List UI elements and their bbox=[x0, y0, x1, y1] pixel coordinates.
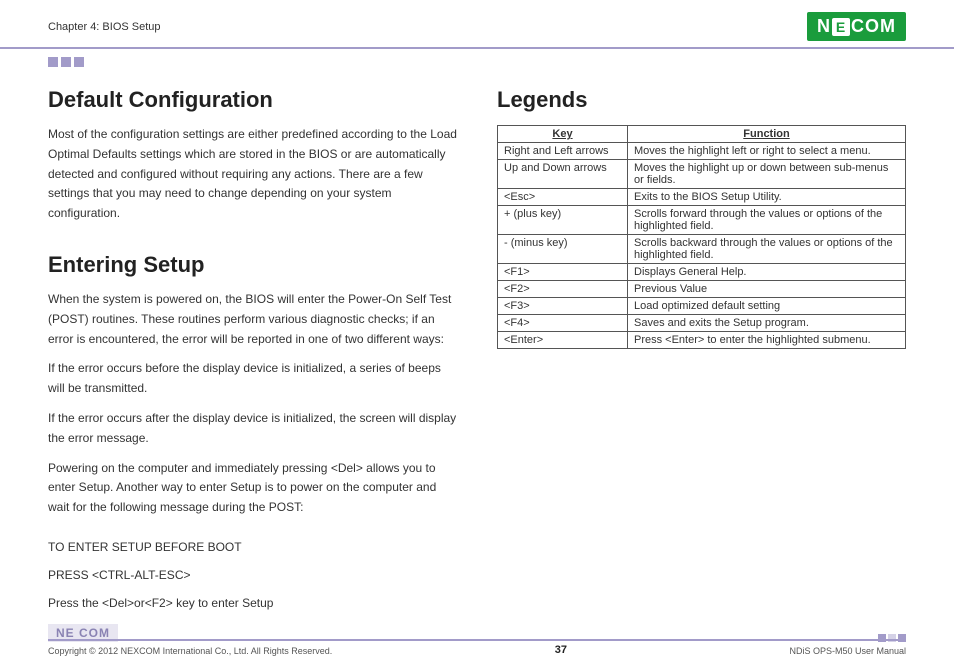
main-content: Default Configuration Most of the config… bbox=[0, 67, 954, 621]
table-row: - (minus key)Scrolls backward through th… bbox=[498, 235, 906, 264]
cell-key: <F1> bbox=[498, 264, 628, 281]
table-row: + (plus key)Scrolls forward through the … bbox=[498, 206, 906, 235]
cell-function: Displays General Help. bbox=[628, 264, 906, 281]
chapter-title: Chapter 4: BIOS Setup bbox=[48, 21, 161, 33]
table-row: <Esc>Exits to the BIOS Setup Utility. bbox=[498, 189, 906, 206]
heading-legends: Legends bbox=[497, 87, 906, 113]
th-function: Function bbox=[628, 126, 906, 143]
cell-key: + (plus key) bbox=[498, 206, 628, 235]
setup-line-1: TO ENTER SETUP BEFORE BOOT bbox=[48, 538, 457, 558]
copyright-text: Copyright © 2012 NEXCOM International Co… bbox=[48, 646, 332, 656]
cell-function: Moves the highlight up or down between s… bbox=[628, 160, 906, 189]
paragraph-entering-4: Powering on the computer and immediately… bbox=[48, 459, 457, 518]
cell-key: <F3> bbox=[498, 298, 628, 315]
table-row: <Enter>Press <Enter> to enter the highli… bbox=[498, 332, 906, 349]
heading-entering-setup: Entering Setup bbox=[48, 252, 457, 278]
setup-line-2: PRESS <CTRL-ALT-ESC> bbox=[48, 566, 457, 586]
cell-function: Press <Enter> to enter the highlighted s… bbox=[628, 332, 906, 349]
setup-line-3: Press the <Del>or<F2> key to enter Setup bbox=[48, 594, 457, 614]
cell-function: Saves and exits the Setup program. bbox=[628, 315, 906, 332]
logo-text-right: COM bbox=[851, 16, 896, 37]
paragraph-entering-2: If the error occurs before the display d… bbox=[48, 359, 457, 399]
table-header-row: Key Function bbox=[498, 126, 906, 143]
logo-text-left: N bbox=[817, 16, 831, 37]
cell-key: <Enter> bbox=[498, 332, 628, 349]
table-row: <F3>Load optimized default setting bbox=[498, 298, 906, 315]
paragraph-entering-1: When the system is powered on, the BIOS … bbox=[48, 290, 457, 349]
cell-key: Right and Left arrows bbox=[498, 143, 628, 160]
cell-key: - (minus key) bbox=[498, 235, 628, 264]
nexcom-logo: N E COM bbox=[807, 12, 906, 41]
legends-table: Key Function Right and Left arrowsMoves … bbox=[497, 125, 906, 349]
cell-key: Up and Down arrows bbox=[498, 160, 628, 189]
cell-function: Load optimized default setting bbox=[628, 298, 906, 315]
table-row: <F1>Displays General Help. bbox=[498, 264, 906, 281]
cell-function: Previous Value bbox=[628, 281, 906, 298]
manual-title: NDiS OPS-M50 User Manual bbox=[789, 646, 906, 656]
page-footer: Copyright © 2012 NEXCOM International Co… bbox=[48, 639, 906, 656]
logo-e-icon: E bbox=[832, 18, 850, 36]
cell-key: <Esc> bbox=[498, 189, 628, 206]
decorative-squares-icon bbox=[0, 49, 954, 67]
cell-key: <F2> bbox=[498, 281, 628, 298]
th-key: Key bbox=[498, 126, 628, 143]
paragraph-entering-3: If the error occurs after the display de… bbox=[48, 409, 457, 449]
page-number: 37 bbox=[555, 644, 567, 656]
right-column: Legends Key Function Right and Left arro… bbox=[497, 87, 906, 621]
table-row: Right and Left arrowsMoves the highlight… bbox=[498, 143, 906, 160]
cell-function: Scrolls forward through the values or op… bbox=[628, 206, 906, 235]
cell-function: Exits to the BIOS Setup Utility. bbox=[628, 189, 906, 206]
table-row: Up and Down arrowsMoves the highlight up… bbox=[498, 160, 906, 189]
cell-function: Scrolls backward through the values or o… bbox=[628, 235, 906, 264]
page-header: Chapter 4: BIOS Setup N E COM bbox=[0, 0, 954, 49]
left-column: Default Configuration Most of the config… bbox=[48, 87, 457, 621]
cell-key: <F4> bbox=[498, 315, 628, 332]
table-row: <F2>Previous Value bbox=[498, 281, 906, 298]
paragraph-default: Most of the configuration settings are e… bbox=[48, 125, 457, 224]
setup-instructions: TO ENTER SETUP BEFORE BOOT PRESS <CTRL-A… bbox=[48, 538, 457, 613]
heading-default-configuration: Default Configuration bbox=[48, 87, 457, 113]
table-row: <F4>Saves and exits the Setup program. bbox=[498, 315, 906, 332]
cell-function: Moves the highlight left or right to sel… bbox=[628, 143, 906, 160]
